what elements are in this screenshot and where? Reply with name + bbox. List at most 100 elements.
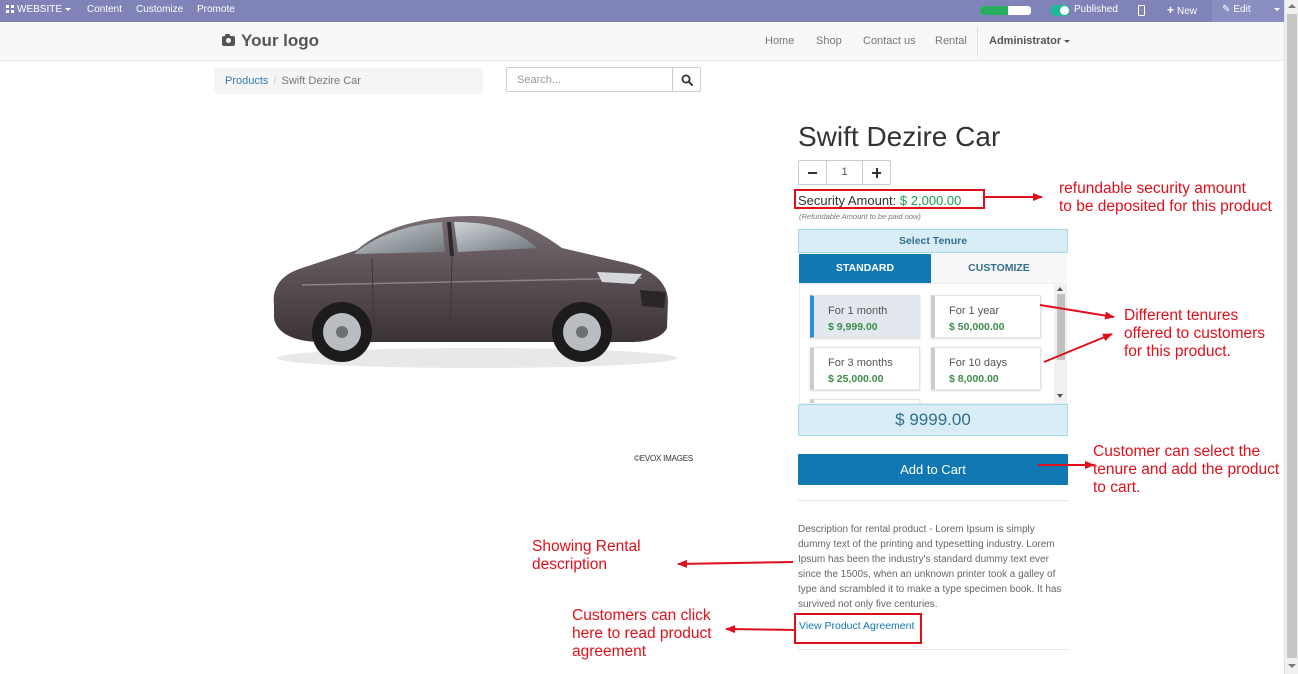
- agreement-highlight-box: [794, 613, 922, 644]
- scrollbar-thumb[interactable]: [1287, 14, 1297, 658]
- tenure-option-label: For 3 months: [828, 357, 893, 369]
- site-navbar: Your logo Home Shop Contact us Rental Ad…: [0, 22, 1284, 61]
- customize-menu[interactable]: Customize: [136, 0, 183, 22]
- breadcrumb-separator: /: [273, 75, 277, 87]
- edit-button[interactable]: ✎ Edit: [1222, 0, 1251, 22]
- pencil-icon: ✎: [1222, 4, 1231, 15]
- quantity-decrease-button[interactable]: [798, 160, 827, 185]
- annotation-line: here to read product: [572, 625, 712, 642]
- website-menu[interactable]: WEBSITE: [6, 0, 72, 22]
- tab-customize[interactable]: CUSTOMIZE: [931, 254, 1067, 283]
- search-icon: [681, 74, 693, 86]
- nav-link-rental[interactable]: Rental: [935, 35, 967, 47]
- tenure-option-label: For 10 days: [949, 357, 1008, 369]
- nav-link-shop[interactable]: Shop: [816, 35, 842, 47]
- nav-link-contact[interactable]: Contact us: [863, 35, 916, 47]
- product-description: Description for rental product - Lorem I…: [798, 524, 1062, 610]
- annotation-line: refundable security amount: [1059, 180, 1246, 197]
- tab-standard[interactable]: STANDARD: [799, 254, 931, 283]
- tenure-option-label: For 1 month: [828, 305, 888, 317]
- annotation-description: Showing Rental description: [532, 538, 641, 574]
- tenure-option[interactable]: For 3 months $ 25,000.00: [810, 347, 920, 390]
- tenure-total-price: $ 9999.00: [798, 404, 1068, 436]
- page-scrollbar[interactable]: [1284, 0, 1298, 674]
- scroll-down-arrow-icon[interactable]: [1288, 664, 1296, 668]
- breadcrumb-products-link[interactable]: Products: [225, 75, 268, 87]
- search-input[interactable]: [506, 67, 673, 92]
- tenure-option-price: $ 50,000.00: [949, 321, 1005, 333]
- progress-fill: [980, 6, 1009, 15]
- mobile-preview-icon[interactable]: [1138, 5, 1145, 16]
- annotation-cart: Customer can select the tenure and add t…: [1093, 443, 1279, 497]
- admin-bar: WEBSITE Content Customize Promote Publis…: [0, 0, 1284, 22]
- user-menu-label: Administrator: [989, 35, 1062, 47]
- tenure-panel: Select Tenure STANDARD CUSTOMIZE For 1 m…: [798, 229, 1068, 436]
- annotation-line: Showing Rental: [532, 538, 641, 555]
- product-image: [273, 216, 677, 368]
- tenure-header: Select Tenure: [798, 229, 1068, 253]
- website-menu-label: WEBSITE: [17, 4, 63, 15]
- annotation-line: to cart.: [1093, 479, 1141, 496]
- new-button[interactable]: + New: [1167, 0, 1197, 22]
- annotation-line: Different tenures: [1124, 307, 1239, 324]
- caret-down-icon: [1274, 7, 1280, 11]
- annotation-line: offered to customers: [1124, 325, 1266, 342]
- promote-menu[interactable]: Promote: [197, 0, 235, 22]
- annotation-tenures: Different tenures offered to customers f…: [1124, 307, 1265, 361]
- tenure-option-price: $ 8,000.00: [949, 373, 999, 385]
- caret-down-icon: [1064, 39, 1071, 43]
- product-title: Swift Dezire Car: [798, 121, 1001, 152]
- annotation-line: Customer can select the: [1093, 443, 1261, 460]
- site-logo[interactable]: Your logo: [222, 31, 319, 51]
- divider: [798, 649, 1068, 650]
- tenure-option[interactable]: For 1 year $ 50,000.00: [931, 295, 1041, 338]
- annotation-security: refundable security amount to be deposit…: [1059, 180, 1272, 216]
- security-amount-note: (Refundable Amount to be paid now): [799, 212, 921, 221]
- publish-toggle[interactable]: [1050, 5, 1070, 16]
- arrow-agreement: [725, 625, 797, 634]
- image-watermark: ©EVOX IMAGES: [634, 454, 694, 463]
- tenure-list-scrollbar[interactable]: [1054, 284, 1066, 403]
- published-label[interactable]: Published: [1074, 0, 1118, 22]
- annotation-line: Customers can click: [572, 607, 711, 624]
- apps-grid-icon: [6, 5, 14, 13]
- annotation-agreement: Customers can click here to read product…: [572, 607, 712, 661]
- seo-progress-bar[interactable]: [980, 6, 1031, 15]
- divider: [798, 500, 1068, 501]
- tenure-option[interactable]: For 10 days $ 8,000.00: [931, 347, 1041, 390]
- quantity-input[interactable]: 1: [826, 160, 863, 185]
- breadcrumb-current: Swift Dezire Car: [281, 75, 361, 87]
- content-menu[interactable]: Content: [87, 0, 122, 22]
- annotation-line: to be deposited for this product: [1059, 198, 1272, 215]
- tenure-option[interactable]: For 1 month $ 9,999.00: [810, 295, 920, 338]
- search-button[interactable]: [672, 67, 701, 92]
- annotation-line: tenure and add the product: [1093, 461, 1280, 478]
- nav-divider: [977, 26, 978, 57]
- annotation-line: agreement: [572, 643, 647, 660]
- logo-text: Your logo: [241, 31, 320, 50]
- nav-link-home[interactable]: Home: [765, 35, 794, 47]
- toggle-knob: [1060, 6, 1069, 15]
- caret-down-icon: [65, 7, 72, 11]
- new-button-label: New: [1177, 6, 1198, 17]
- tenure-option-price: $ 9,999.00: [828, 321, 878, 333]
- scroll-down-arrow-icon[interactable]: [1057, 394, 1063, 398]
- tenure-option-label: For 1 year: [949, 305, 1000, 317]
- camera-icon: [222, 34, 235, 46]
- breadcrumb: Products / Swift Dezire Car: [214, 68, 483, 94]
- user-menu[interactable]: Administrator: [989, 35, 1071, 47]
- scroll-up-arrow-icon[interactable]: [1057, 287, 1063, 291]
- tenure-option-price: $ 25,000.00: [828, 373, 884, 385]
- plus-icon: +: [1167, 3, 1175, 17]
- annotation-line: description: [532, 556, 607, 573]
- edit-button-label: Edit: [1233, 4, 1251, 15]
- scrollbar-thumb[interactable]: [1057, 294, 1065, 360]
- tenure-options-list[interactable]: For 1 month $ 9,999.00 For 1 year $ 50,0…: [799, 283, 1067, 404]
- edit-dropdown-toggle[interactable]: [1271, 0, 1280, 22]
- security-highlight-box: [794, 189, 985, 209]
- scroll-up-arrow-icon[interactable]: [1288, 4, 1296, 8]
- arrow-description: [677, 559, 794, 568]
- annotation-line: for this product.: [1124, 343, 1231, 360]
- add-to-cart-button[interactable]: Add to Cart: [798, 454, 1068, 485]
- quantity-increase-button[interactable]: [862, 160, 891, 185]
